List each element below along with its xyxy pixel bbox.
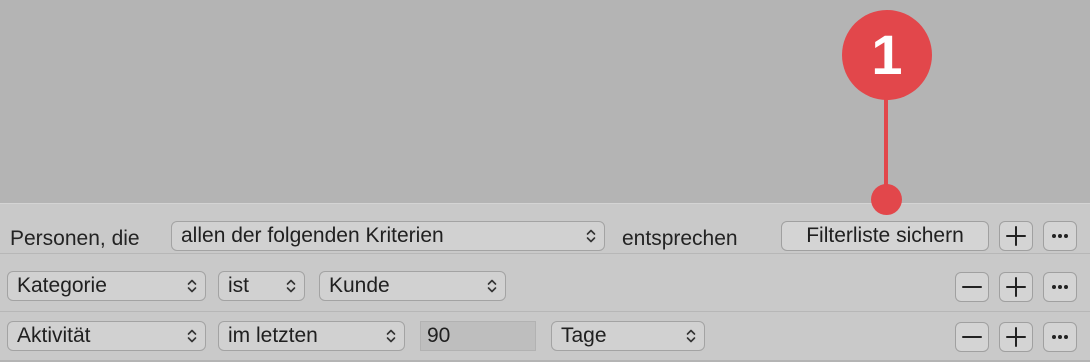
ellipsis-icon (1052, 285, 1068, 289)
chevron-updown-icon (487, 279, 497, 293)
chevron-updown-icon (286, 279, 296, 293)
filter-rule-row: Kategorie ist Kunde (0, 262, 1090, 312)
chevron-updown-icon (686, 329, 696, 343)
ellipsis-icon (1052, 335, 1068, 339)
minus-icon (962, 336, 982, 338)
plus-icon (1006, 277, 1026, 297)
rule-operator-value: ist (228, 274, 249, 297)
callout-number-badge: 1 (842, 10, 932, 100)
rule-operator-popup[interactable]: im letzten (218, 321, 405, 351)
rule-value-popup[interactable]: Kunde (319, 271, 506, 301)
chevron-updown-icon (386, 329, 396, 343)
rule-operator-popup[interactable]: ist (218, 271, 305, 301)
chevron-updown-icon (586, 229, 596, 243)
ellipsis-icon (1052, 234, 1068, 238)
filter-rule-row: Aktivität im letzten 90 Tage (0, 312, 1090, 362)
plus-icon (1006, 226, 1026, 246)
rule-field-popup[interactable]: Kategorie (7, 271, 206, 301)
add-rule-button[interactable] (999, 221, 1033, 251)
remove-rule-button[interactable] (955, 272, 989, 302)
plus-icon (1006, 327, 1026, 347)
add-rule-button[interactable] (999, 272, 1033, 302)
match-mode-popup[interactable]: allen der folgenden Kriterien (171, 221, 605, 251)
rule-value-text: Kunde (329, 274, 390, 297)
more-options-button[interactable] (1043, 322, 1077, 352)
more-options-button[interactable] (1043, 272, 1077, 302)
more-options-button[interactable] (1043, 221, 1077, 251)
save-filterlist-button[interactable]: Filterliste sichern (781, 221, 989, 251)
minus-icon (962, 286, 982, 288)
match-mode-value: allen der folgenden Kriterien (181, 224, 444, 247)
rule-operator-value: im letzten (228, 324, 318, 347)
rule-field-value: Aktivität (17, 324, 91, 347)
callout-pointer-dot (871, 184, 902, 215)
header-suffix-label: entsprechen (622, 227, 738, 250)
add-rule-button[interactable] (999, 322, 1033, 352)
rule-field-value: Kategorie (17, 274, 107, 297)
rule-unit-value: Tage (561, 324, 607, 347)
rule-unit-popup[interactable]: Tage (551, 321, 705, 351)
smart-filter-panel: Personen, die allen der folgenden Kriter… (0, 203, 1090, 360)
filter-header-row: Personen, die allen der folgenden Kriter… (0, 204, 1090, 254)
header-prefix-label: Personen, die (10, 227, 140, 250)
rule-amount-field[interactable]: 90 (420, 321, 536, 351)
chevron-updown-icon (187, 329, 197, 343)
chevron-updown-icon (187, 279, 197, 293)
remove-rule-button[interactable] (955, 322, 989, 352)
rule-field-popup[interactable]: Aktivität (7, 321, 206, 351)
